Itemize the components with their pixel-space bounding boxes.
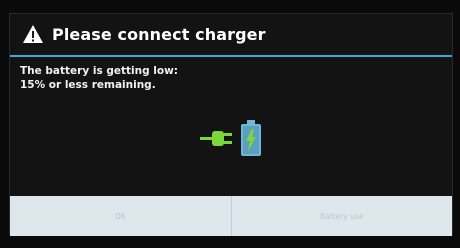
battery-use-button[interactable]: Battery use [231, 196, 452, 236]
warning-icon [23, 25, 43, 43]
ok-button[interactable]: OK [10, 196, 232, 236]
screen: Please connect charger The battery is ge… [0, 0, 460, 248]
message-line-2: 15% or less remaining. [20, 79, 156, 91]
message-line-1: The battery is getting low: [20, 65, 178, 77]
dialog-title: Please connect charger [52, 24, 266, 44]
dialog-title-bar: Please connect charger [10, 14, 452, 54]
low-battery-dialog: Please connect charger The battery is ge… [9, 13, 453, 236]
dialog-button-bar: OK Battery use [10, 196, 452, 236]
plug-icon [200, 131, 232, 146]
charge-graphic [200, 120, 261, 156]
title-divider [10, 55, 452, 57]
battery-charging-icon [241, 120, 261, 156]
dialog-message: The battery is getting low: 15% or less … [20, 64, 178, 92]
